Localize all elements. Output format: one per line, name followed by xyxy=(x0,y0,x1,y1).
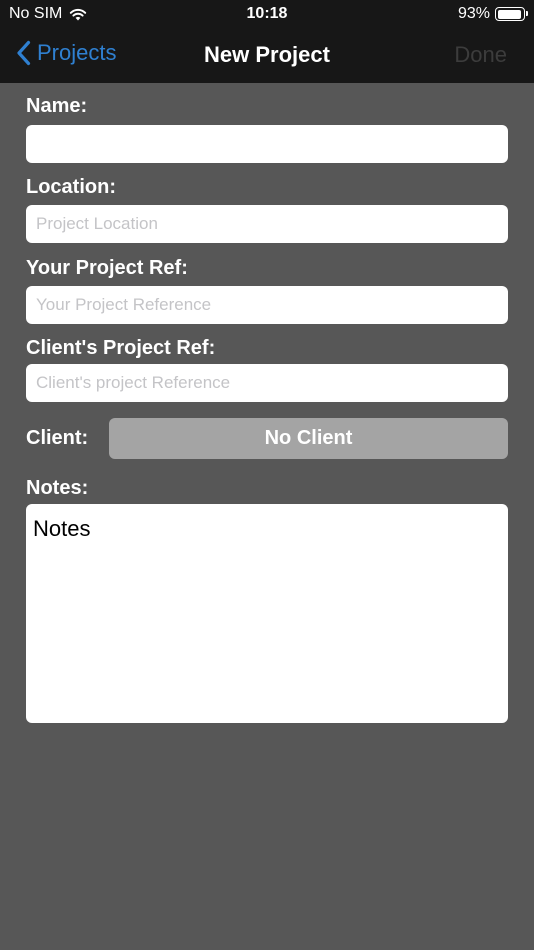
client-label: Client: xyxy=(26,427,89,449)
name-label: Name: xyxy=(26,95,88,117)
battery-group: 93% xyxy=(457,5,528,23)
notes-textarea[interactable]: Notes xyxy=(26,504,508,723)
client-ref-label: Client's Project Ref: xyxy=(26,337,216,359)
client-ref-field[interactable] xyxy=(26,364,508,402)
battery-icon xyxy=(495,7,528,21)
location-label: Location: xyxy=(26,176,116,198)
navigation-bar: Projects New Project Done xyxy=(0,28,534,83)
client-select-button[interactable]: No Client xyxy=(109,418,508,459)
location-field[interactable] xyxy=(26,205,508,243)
battery-fill xyxy=(497,9,521,19)
your-ref-label: Your Project Ref: xyxy=(26,257,188,279)
status-bar: No SIM 10:18 93% xyxy=(0,0,534,28)
name-field[interactable] xyxy=(26,125,508,163)
your-ref-field[interactable] xyxy=(26,286,508,324)
notes-label: Notes: xyxy=(26,477,89,499)
battery-percent: 93% xyxy=(457,5,490,22)
top-bar: No SIM 10:18 93% Projects New Project Do… xyxy=(0,0,534,83)
clock: 10:18 xyxy=(246,5,288,22)
done-button[interactable]: Done xyxy=(454,42,507,68)
